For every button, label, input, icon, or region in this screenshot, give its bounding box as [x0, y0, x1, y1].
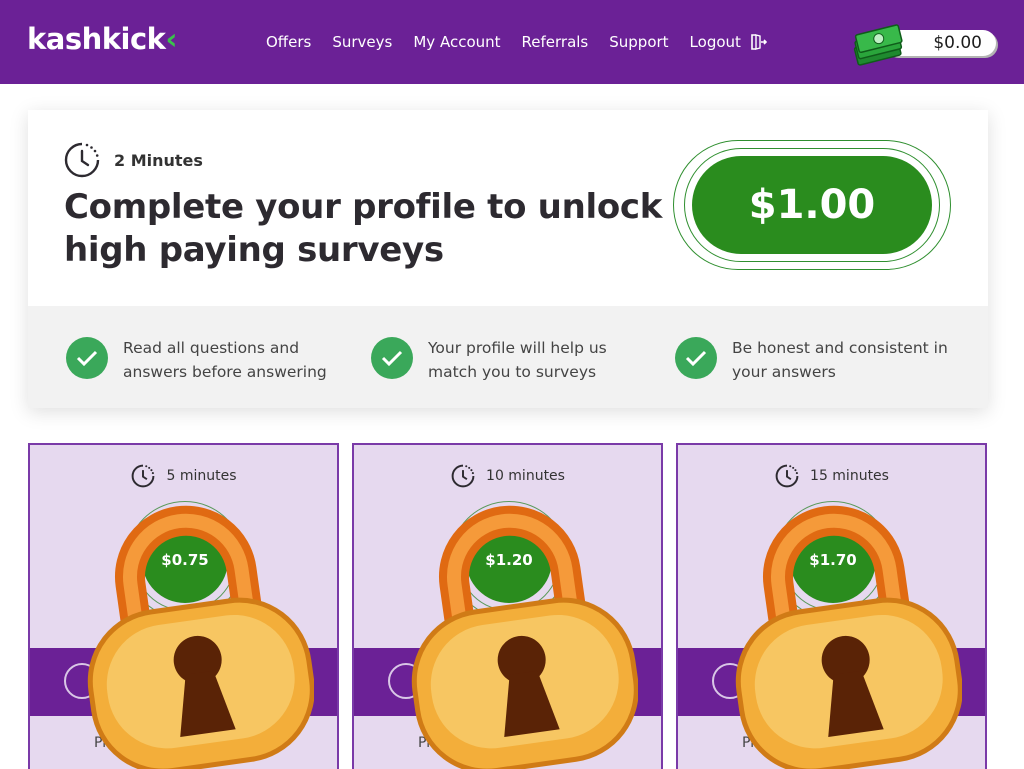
profile-reward-button[interactable]: $1.00 — [692, 156, 932, 254]
survey-duration: 10 minutes — [354, 463, 661, 489]
clock-timer-icon — [64, 142, 100, 178]
clock-timer-icon — [775, 464, 799, 488]
tip-item: Your profile will help us match you to s… — [371, 336, 628, 384]
balance-amount: $0.00 — [933, 33, 982, 53]
kashkick-logo[interactable]: kashkick‹ — [27, 22, 177, 56]
logout-button[interactable]: Logout — [690, 33, 767, 51]
tip-text: Your profile will help us match you to s… — [428, 339, 607, 381]
clock-timer-icon — [132, 464, 155, 488]
profile-tips: Read all questions and answers before an… — [28, 306, 988, 408]
survey-duration-label: 5 minutes — [166, 468, 237, 484]
tip-item: Be honest and consistent in your answers — [675, 336, 952, 384]
top-nav: kashkick‹ Offers Surveys My Account Refe… — [0, 0, 1024, 84]
nav-my-account-link[interactable]: My Account — [413, 33, 500, 51]
nav-surveys-link[interactable]: Surveys — [332, 33, 392, 51]
profile-reward-amount: $1.00 — [748, 182, 876, 228]
logout-label: Logout — [689, 33, 741, 51]
logo-chevron: ‹ — [165, 22, 177, 56]
tip-text: Be honest and consistent in your answers — [732, 339, 948, 381]
nav-support-link[interactable]: Support — [609, 33, 668, 51]
profile-duration-label: 2 Minutes — [114, 150, 203, 170]
nav-offers-link[interactable]: Offers — [266, 33, 311, 51]
clock-timer-icon — [451, 464, 475, 488]
survey-duration: 5 minutes — [30, 463, 337, 489]
padlock-icon — [735, 505, 962, 769]
padlock-icon — [411, 505, 638, 769]
check-circle-icon — [371, 337, 413, 379]
survey-duration-label: 15 minutes — [810, 468, 889, 484]
profile-survey-card[interactable]: 2 Minutes Complete your profile to unloc… — [28, 110, 988, 408]
survey-duration: 15 minutes — [678, 463, 985, 489]
profile-title: Complete your profile to unlock high pay… — [64, 187, 663, 270]
cash-stack-icon — [853, 24, 903, 66]
check-circle-icon — [675, 337, 717, 379]
logout-icon — [751, 34, 767, 50]
check-circle-icon — [66, 337, 108, 379]
tip-text: Read all questions and answers before an… — [123, 339, 327, 381]
main-menu: Offers Surveys My Account Referrals Supp… — [266, 33, 767, 51]
profile-card-header: 2 Minutes Complete your profile to unloc… — [28, 110, 988, 306]
tip-item: Read all questions and answers before an… — [66, 336, 343, 384]
logo-text: kashkick — [27, 22, 166, 56]
nav-referrals-link[interactable]: Referrals — [522, 33, 589, 51]
survey-duration-label: 10 minutes — [486, 468, 565, 484]
profile-duration: 2 Minutes — [62, 140, 203, 180]
padlock-icon — [87, 505, 314, 769]
